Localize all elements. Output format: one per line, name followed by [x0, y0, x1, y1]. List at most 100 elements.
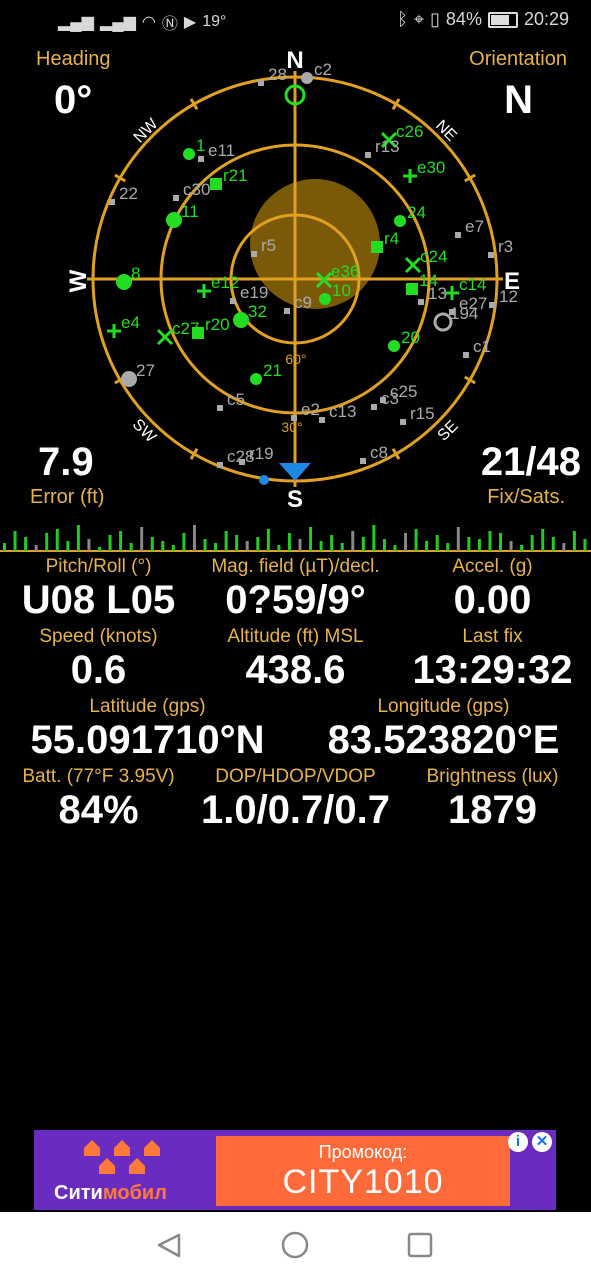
signal-bar — [192, 525, 196, 551]
signal-bar — [414, 529, 418, 551]
signal-bar — [467, 537, 471, 551]
signal-bar — [108, 535, 112, 551]
dop-title: DOP/HDOP/VDOP — [215, 766, 376, 787]
satellite-label-32: 32 — [248, 302, 267, 321]
signal-bar — [171, 545, 175, 551]
satellite-c24[interactable]: c24 — [404, 247, 447, 274]
signal-bar — [66, 541, 70, 551]
signal-bar — [361, 537, 365, 551]
signal-bar — [425, 541, 429, 551]
pitch-roll-title: Pitch/Roll (°) — [45, 556, 152, 577]
signal-bar — [456, 527, 460, 551]
signal-bar — [266, 529, 270, 551]
signal-bar — [530, 535, 534, 551]
ad-banner[interactable]: Ситимобил Промокод: CITY1010 i ✕ — [34, 1130, 556, 1210]
promo-label: Промокод: — [318, 1142, 408, 1162]
satellite-e30[interactable]: e30 — [403, 158, 445, 183]
satellite-label-r4: r4 — [384, 229, 399, 248]
signal-bar — [309, 527, 313, 551]
satellite-e7[interactable]: e7 — [455, 217, 484, 238]
satellite-r15[interactable]: r15 — [400, 404, 435, 425]
signal-icon-2: ▂▄▆ — [99, 14, 136, 31]
satellite-label-r19: r19 — [249, 444, 274, 463]
satellite-e4[interactable]: e4 — [107, 313, 140, 338]
satellite-label-8: 8 — [131, 264, 140, 283]
satellite-c3[interactable]: c3 — [371, 389, 399, 410]
signal-bar — [3, 543, 6, 551]
satellite-label-e19: e19 — [240, 283, 268, 302]
satellite-194[interactable]: 194 — [433, 304, 478, 332]
accel-value: 0.00 — [453, 578, 532, 622]
vibrate-icon: ▯ — [430, 9, 440, 29]
signal-bar — [150, 537, 154, 551]
battery-title: Batt. (77°F 3.95V) — [22, 766, 175, 787]
satellite-c30[interactable]: c30 — [173, 180, 210, 201]
satellite-c8[interactable]: c8 — [360, 443, 388, 464]
ad-info-icon[interactable]: i — [508, 1132, 528, 1152]
signal-bar — [140, 527, 144, 551]
altitude-cell: Altitude (ft) MSL 438.6 — [197, 626, 394, 692]
satellite-22[interactable]: 22 — [109, 184, 138, 205]
latitude-cell: Latitude (gps) 55.091710°N — [0, 696, 295, 762]
signal-bar — [351, 531, 355, 551]
satellite-label-e11: e11 — [208, 141, 235, 160]
headset-icon: ◠ — [141, 14, 156, 31]
satellite-c5[interactable]: c5 — [217, 390, 245, 411]
dop-value: 1.0/0.7/0.7 — [200, 788, 391, 832]
satellite-11[interactable]: 11 — [166, 202, 199, 228]
signal-bar — [203, 539, 207, 551]
satellite-label-c1: c1 — [473, 337, 491, 356]
pitch-roll-value: U08 L05 — [21, 578, 176, 622]
satellite-8[interactable]: 8 — [116, 264, 140, 290]
brightness-cell: Brightness (lux) 1879 — [394, 766, 591, 832]
satellite-27[interactable]: 27 — [121, 361, 155, 387]
signal-bar — [382, 539, 386, 551]
status-icons-left: ▂▄▆ ▂▄▆ ◠ Ⓝ ▶ 19° — [58, 10, 226, 34]
longitude-value: 83.523820°E — [327, 718, 560, 762]
signal-bar — [499, 533, 503, 551]
signal-bar — [340, 543, 344, 551]
clock: 20:29 — [523, 9, 569, 29]
satellite-21[interactable]: 21 — [250, 361, 282, 385]
sky-plot[interactable]: 1 e11 22 e30 c26r13 c30 r21 11 24 e7 r5 r4 r3 8 e12e19… — [0, 44, 591, 514]
navigation-bar — [0, 1212, 591, 1280]
satellite-label-27: 27 — [136, 361, 155, 380]
ad-close-icon[interactable]: ✕ — [532, 1132, 552, 1152]
speed-value: 0.6 — [70, 648, 127, 692]
pitch-roll-cell: Pitch/Roll (°) U08 L05 — [0, 556, 197, 622]
signal-bar — [182, 533, 186, 551]
compass-nw: NW — [131, 115, 163, 147]
compass-ne: NE — [432, 117, 460, 145]
battery-cell: Batt. (77°F 3.95V) 84% — [0, 766, 197, 832]
accel-cell: Accel. (g) 0.00 — [394, 556, 591, 622]
signal-bar — [298, 539, 302, 551]
satellite-label-28: 28 — [268, 65, 287, 84]
satellite-c1[interactable]: c1 — [463, 337, 491, 358]
signal-bar — [446, 543, 450, 551]
last-fix-title: Last fix — [462, 626, 523, 647]
signal-bar — [541, 529, 545, 551]
play-icon: ▶ — [183, 14, 197, 31]
satellite-label-c8: c8 — [370, 443, 388, 462]
satellite-label-c2: c2 — [314, 60, 332, 79]
signal-bar — [45, 533, 49, 551]
satellite-24[interactable]: 24 — [394, 203, 426, 227]
signal-bar — [245, 541, 249, 551]
signal-bar — [562, 543, 566, 551]
signal-bar — [235, 535, 239, 551]
satellite-c13[interactable]: c13 — [319, 402, 356, 423]
longitude-title: Longitude (gps) — [377, 696, 510, 717]
satellite-label-c14: c14 — [459, 275, 486, 294]
satellite-label-c30: c30 — [183, 180, 210, 199]
satellite-label-r3: r3 — [498, 237, 513, 256]
satellite-r13[interactable]: r13 — [365, 137, 400, 158]
satellite-label-21: 21 — [263, 361, 282, 380]
signal-bar — [277, 545, 281, 551]
satellite-20[interactable]: 20 — [388, 328, 420, 352]
location-icon: ⌖ — [413, 9, 425, 29]
signal-strength-bars — [0, 525, 591, 552]
satellite-28[interactable]: 28 — [258, 65, 287, 86]
signal-bar — [520, 545, 524, 551]
signal-bar — [87, 539, 91, 551]
promo-box[interactable]: Промокод: CITY1010 — [216, 1136, 510, 1206]
